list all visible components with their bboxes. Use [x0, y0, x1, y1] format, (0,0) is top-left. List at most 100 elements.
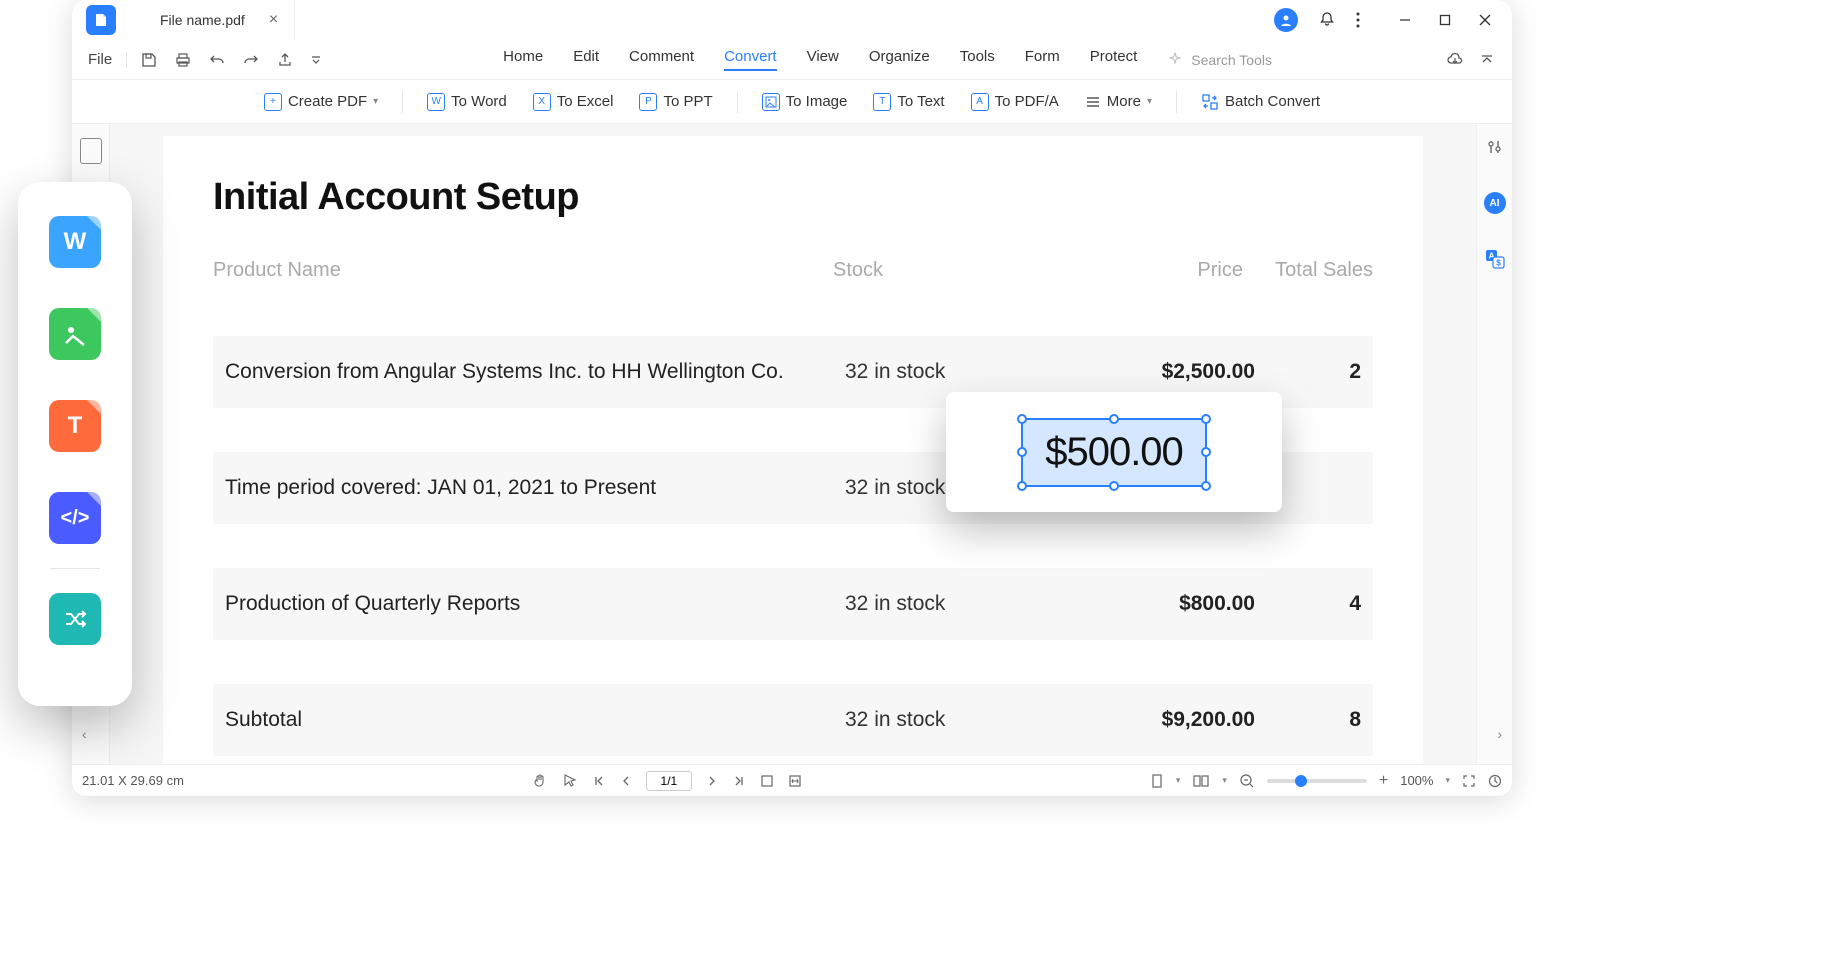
kebab-menu-icon[interactable] [1356, 12, 1360, 28]
more-button[interactable]: More▾ [1077, 89, 1160, 114]
search-tools[interactable]: Search Tools [1167, 48, 1272, 71]
app-logo-icon [86, 5, 116, 35]
chevron-down-icon[interactable]: ▾ [1445, 775, 1450, 786]
ppt-icon: P [639, 93, 657, 111]
single-page-icon[interactable] [1150, 773, 1164, 789]
word-tile[interactable]: W [49, 216, 101, 268]
fullscreen-icon[interactable] [1462, 774, 1476, 788]
resize-handle[interactable] [1017, 447, 1027, 457]
collapse-right-icon[interactable]: › [1497, 726, 1502, 742]
page-dimensions: 21.01 X 29.69 cm [82, 773, 184, 788]
resize-handle[interactable] [1201, 481, 1211, 491]
fit-width-icon[interactable] [788, 774, 802, 788]
to-pdfa-button[interactable]: ATo PDF/A [963, 89, 1067, 115]
cell-price: $800.00 [1025, 592, 1255, 616]
to-word-button[interactable]: WTo Word [419, 89, 515, 115]
redo-icon[interactable] [243, 52, 259, 68]
image-tile[interactable] [49, 308, 101, 360]
cell-name: Time period covered: JAN 01, 2021 to Pre… [225, 476, 845, 500]
image-icon [762, 93, 780, 111]
prev-page-icon[interactable] [620, 775, 632, 787]
collapse-ribbon-icon[interactable] [1480, 53, 1494, 67]
text-icon: T [873, 93, 891, 111]
share-icon[interactable] [277, 52, 293, 68]
select-tool-icon[interactable] [562, 773, 578, 789]
resize-handle[interactable] [1109, 481, 1119, 491]
hand-tool-icon[interactable] [532, 773, 548, 789]
read-mode-icon[interactable] [1488, 774, 1502, 788]
collapse-left-icon[interactable]: ‹ [82, 726, 87, 742]
cloud-icon[interactable] [1446, 51, 1464, 69]
edit-value: $500.00 [1045, 430, 1183, 474]
resize-handle[interactable] [1017, 481, 1027, 491]
two-page-icon[interactable] [1192, 773, 1210, 789]
minimize-button[interactable] [1398, 13, 1412, 27]
menu-view[interactable]: View [807, 48, 839, 71]
ribbon: + Create PDF ▾ WTo Word XTo Excel P To PP… [72, 80, 1512, 124]
fit-page-icon[interactable] [760, 774, 774, 788]
close-button[interactable] [1478, 13, 1492, 27]
quick-access-toolbar [126, 52, 329, 68]
file-menu[interactable]: File [80, 51, 120, 68]
chevron-down-icon[interactable]: ▾ [1222, 775, 1227, 786]
maximize-button[interactable] [1438, 13, 1452, 27]
ai-icon[interactable]: AI [1484, 192, 1506, 214]
menu-comment[interactable]: Comment [629, 48, 694, 71]
header-price: Price [1013, 259, 1243, 282]
menu-home[interactable]: Home [503, 48, 543, 71]
print-icon[interactable] [175, 52, 191, 68]
floating-side-panel: W T </> [18, 182, 132, 706]
text-tile[interactable]: T [49, 400, 101, 452]
last-page-icon[interactable] [732, 774, 746, 788]
properties-icon[interactable] [1484, 136, 1506, 158]
next-page-icon[interactable] [706, 775, 718, 787]
translate-icon[interactable]: A$ [1484, 248, 1506, 270]
batch-label: Batch Convert [1225, 93, 1320, 110]
thumbnail-icon[interactable] [80, 138, 102, 164]
zoom-in-icon[interactable]: + [1379, 772, 1388, 790]
file-tab-label: File name.pdf [160, 12, 245, 28]
table-header: Product Name Stock Price Total Sales [213, 249, 1373, 292]
notification-icon[interactable] [1318, 11, 1336, 29]
cell-name: Conversion from Angular Systems Inc. to … [225, 360, 845, 384]
resize-handle[interactable] [1201, 414, 1211, 424]
first-page-icon[interactable] [592, 774, 606, 788]
search-tools-placeholder: Search Tools [1191, 52, 1272, 68]
menu-protect[interactable]: Protect [1090, 48, 1138, 71]
file-tab[interactable]: File name.pdf × [144, 0, 295, 40]
svg-text:$: $ [1496, 259, 1501, 268]
sparkle-icon [1167, 52, 1183, 68]
batch-convert-button[interactable]: Batch Convert [1193, 89, 1328, 115]
qat-dropdown-icon[interactable] [311, 55, 321, 65]
to-text-button[interactable]: TTo Text [865, 89, 952, 115]
cell-sales: 8 [1255, 708, 1361, 732]
menu-tools[interactable]: Tools [960, 48, 995, 71]
header-sales: Total Sales [1243, 259, 1373, 282]
page-number-input[interactable] [646, 771, 692, 791]
to-ppt-button[interactable]: P To PPT [631, 89, 720, 115]
close-icon[interactable]: × [269, 11, 278, 29]
selected-text-box[interactable]: $500.00 [1021, 418, 1207, 487]
menu-organize[interactable]: Organize [869, 48, 930, 71]
zoom-slider[interactable] [1267, 779, 1367, 783]
save-icon[interactable] [141, 52, 157, 68]
undo-icon[interactable] [209, 52, 225, 68]
code-tile[interactable]: </> [49, 492, 101, 544]
resize-handle[interactable] [1109, 414, 1119, 424]
create-pdf-button[interactable]: + Create PDF ▾ [256, 89, 386, 115]
to-excel-button[interactable]: XTo Excel [525, 89, 622, 115]
app-window: File name.pdf × File [72, 0, 1512, 796]
user-avatar-icon[interactable] [1274, 8, 1298, 32]
to-ppt-label: To PPT [663, 93, 712, 110]
menu-form[interactable]: Form [1025, 48, 1060, 71]
shuffle-tile[interactable] [49, 593, 101, 645]
status-bar: 21.01 X 29.69 cm ▾ ▾ + 100% ▾ [72, 764, 1512, 796]
menu-edit[interactable]: Edit [573, 48, 599, 71]
chevron-down-icon[interactable]: ▾ [1176, 775, 1181, 786]
resize-handle[interactable] [1017, 414, 1027, 424]
zoom-thumb[interactable] [1295, 775, 1307, 787]
zoom-out-icon[interactable] [1239, 773, 1255, 789]
menu-convert[interactable]: Convert [724, 48, 777, 71]
to-image-button[interactable]: To Image [754, 89, 856, 115]
resize-handle[interactable] [1201, 447, 1211, 457]
